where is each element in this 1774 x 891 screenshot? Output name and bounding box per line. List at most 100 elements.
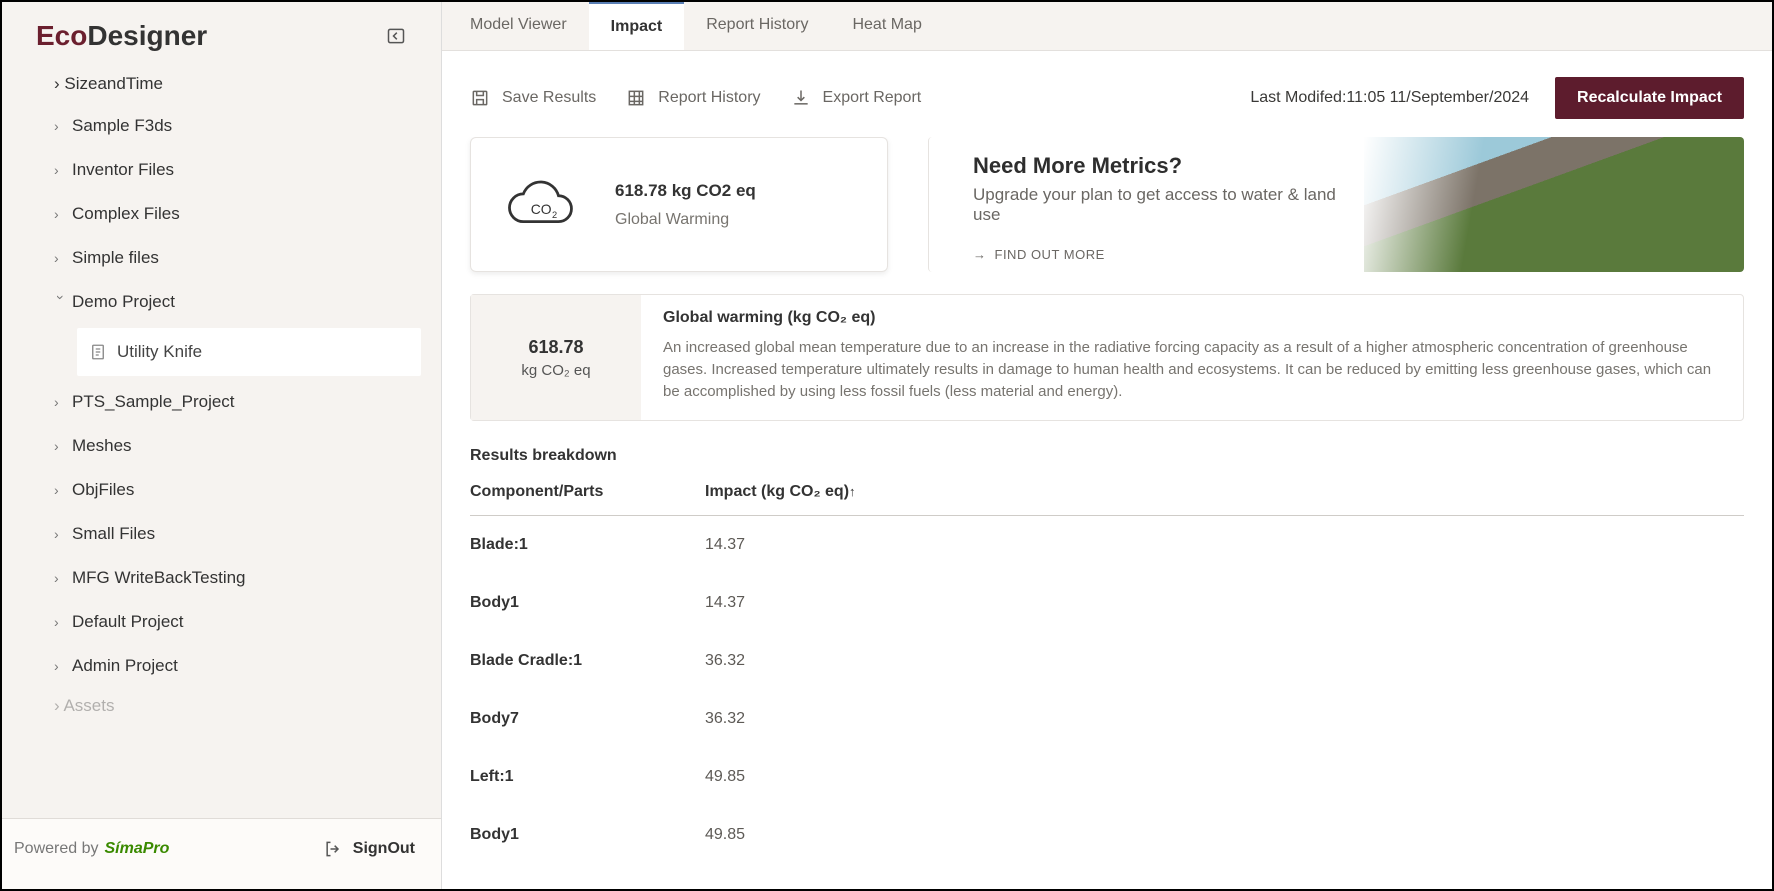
results-title: Results breakdown: [470, 447, 1744, 465]
signout-label: SignOut: [353, 840, 415, 858]
tree-item-utility-knife[interactable]: Utility Knife: [77, 328, 421, 376]
tree-item-label: Assets: [63, 696, 114, 715]
tab-report-history[interactable]: Report History: [684, 2, 830, 50]
tree-item-label: Inventor Files: [72, 160, 174, 180]
cell-part: Body7: [470, 710, 705, 728]
tree-item-label: Complex Files: [72, 204, 180, 224]
cloud-co2-icon: CO 2: [503, 179, 577, 231]
column-header-part[interactable]: Component/Parts: [470, 483, 705, 501]
tool-label: Report History: [658, 89, 760, 107]
tree-item-label: Admin Project: [72, 656, 178, 676]
metric-label: Global Warming: [615, 211, 756, 229]
tab-label: Report History: [706, 16, 808, 33]
tree-item-default-project[interactable]: › Default Project: [2, 600, 441, 644]
button-label: Recalculate Impact: [1577, 89, 1722, 106]
tree-item-demo-project[interactable]: › Demo Project: [2, 280, 441, 324]
tree-item-label: Meshes: [72, 436, 132, 456]
collapse-icon: [386, 26, 406, 46]
export-report-button[interactable]: Export Report: [791, 88, 922, 108]
tree-item-meshes[interactable]: › Meshes: [2, 424, 441, 468]
toolbar-left: Save Results Report History Export Repor…: [470, 88, 921, 108]
tree-item-small-files[interactable]: › Small Files: [2, 512, 441, 556]
detail-value: 618.78: [528, 337, 583, 358]
metric-value: 618.78 kg CO2 eq: [615, 181, 756, 201]
download-icon: [791, 88, 811, 108]
tab-label: Heat Map: [852, 16, 921, 33]
detail-summary: 618.78 kg CO₂ eq: [471, 295, 641, 420]
tree-item-mfg-writeback[interactable]: › MFG WriteBackTesting: [2, 556, 441, 600]
table-row[interactable]: Body7 36.32: [470, 690, 1744, 748]
svg-text:CO: CO: [531, 201, 552, 217]
tree-item-label: PTS_Sample_Project: [72, 392, 235, 412]
chevron-right-icon: ›: [54, 438, 68, 454]
recalculate-button[interactable]: Recalculate Impact: [1555, 77, 1744, 119]
tab-impact[interactable]: Impact: [589, 2, 685, 50]
cell-impact: 36.32: [705, 710, 1744, 728]
tree-item-pts-sample[interactable]: › PTS_Sample_Project: [2, 380, 441, 424]
app-logo: EcoDesigner: [36, 20, 207, 52]
tree-item-sample-f3ds[interactable]: › Sample F3ds: [2, 104, 441, 148]
tree-child-label: Utility Knife: [117, 342, 202, 362]
sidebar-collapse-button[interactable]: [385, 25, 407, 47]
tree-item-label: ObjFiles: [72, 480, 134, 500]
tree-item-label: Demo Project: [72, 292, 175, 312]
chevron-right-icon: ›: [54, 614, 68, 630]
sort-ascending-icon: ↑: [849, 484, 856, 499]
tree-item-label: MFG WriteBackTesting: [72, 568, 246, 588]
report-history-button[interactable]: Report History: [626, 88, 760, 108]
cell-part: Left:1: [470, 768, 705, 786]
tab-label: Impact: [611, 18, 663, 35]
promo-cta-link[interactable]: → FIND OUT MORE: [973, 247, 1364, 262]
svg-text:2: 2: [552, 209, 557, 219]
project-tree[interactable]: › SizeandTime › Sample F3ds › Inventor F…: [2, 66, 441, 818]
tree-item-admin-project[interactable]: › Admin Project: [2, 644, 441, 688]
signout-button[interactable]: SignOut: [323, 839, 415, 859]
logo-suffix: Designer: [87, 20, 207, 51]
chevron-right-icon: ›: [54, 570, 68, 586]
results-table-header: Component/Parts Impact (kg CO₂ eq)↑: [470, 483, 1744, 516]
tree-item-label: SizeandTime: [64, 74, 163, 93]
powered-by-brand: SímaPro: [105, 840, 170, 858]
table-row[interactable]: Blade:1 14.37: [470, 516, 1744, 574]
table-row[interactable]: Body1 14.37: [470, 574, 1744, 632]
save-results-button[interactable]: Save Results: [470, 88, 596, 108]
tree-item-peek[interactable]: › SizeandTime: [2, 74, 441, 104]
tree-item-simple-files[interactable]: › Simple files: [2, 236, 441, 280]
table-row[interactable]: Blade Cradle:1 36.32: [470, 632, 1744, 690]
chevron-right-icon: ›: [54, 526, 68, 542]
metric-card-global-warming[interactable]: CO 2 618.78 kg CO2 eq Global Warming: [470, 137, 888, 272]
chevron-right-icon: ›: [54, 206, 68, 222]
tab-bar: Model Viewer Impact Report History Heat …: [442, 2, 1772, 51]
table-row[interactable]: Body1 49.85: [470, 806, 1744, 864]
tool-label: Save Results: [502, 89, 596, 107]
detail-card: 618.78 kg CO₂ eq Global warming (kg CO₂ …: [470, 294, 1744, 421]
last-modified-label: Last Modifed:11:05 11/September/2024: [1250, 89, 1529, 107]
chevron-right-icon: ›: [54, 394, 68, 410]
powered-by: Powered by SímaPro: [14, 840, 169, 858]
sidebar-header: EcoDesigner: [2, 2, 441, 66]
tab-model-viewer[interactable]: Model Viewer: [448, 2, 589, 50]
main-panel: Model Viewer Impact Report History Heat …: [442, 2, 1772, 889]
tree-item-peek-bottom[interactable]: › Assets: [2, 688, 441, 716]
content-area: CO 2 618.78 kg CO2 eq Global Warming Nee…: [442, 137, 1772, 889]
cell-impact: 14.37: [705, 536, 1744, 554]
sidebar: EcoDesigner › SizeandTime › Sample F3ds …: [2, 2, 442, 889]
tree-item-complex-files[interactable]: › Complex Files: [2, 192, 441, 236]
promo-image: [1364, 137, 1744, 272]
toolbar-right: Last Modifed:11:05 11/September/2024 Rec…: [1250, 77, 1744, 119]
detail-text: An increased global mean temperature due…: [663, 337, 1721, 402]
save-icon: [470, 88, 490, 108]
signout-icon: [323, 839, 343, 859]
top-cards: CO 2 618.78 kg CO2 eq Global Warming Nee…: [470, 137, 1744, 272]
table-row[interactable]: Left:1 49.85: [470, 748, 1744, 806]
app-root: EcoDesigner › SizeandTime › Sample F3ds …: [0, 0, 1774, 891]
cell-impact: 49.85: [705, 826, 1744, 844]
arrow-right-icon: →: [973, 247, 987, 262]
tab-heat-map[interactable]: Heat Map: [830, 2, 943, 50]
tree-item-objfiles[interactable]: › ObjFiles: [2, 468, 441, 512]
tree-item-inventor-files[interactable]: › Inventor Files: [2, 148, 441, 192]
logo-prefix: Eco: [36, 20, 87, 51]
column-header-impact[interactable]: Impact (kg CO₂ eq)↑: [705, 483, 1744, 501]
promo-content: Need More Metrics? Upgrade your plan to …: [929, 137, 1364, 272]
cell-impact: 49.85: [705, 768, 1744, 786]
